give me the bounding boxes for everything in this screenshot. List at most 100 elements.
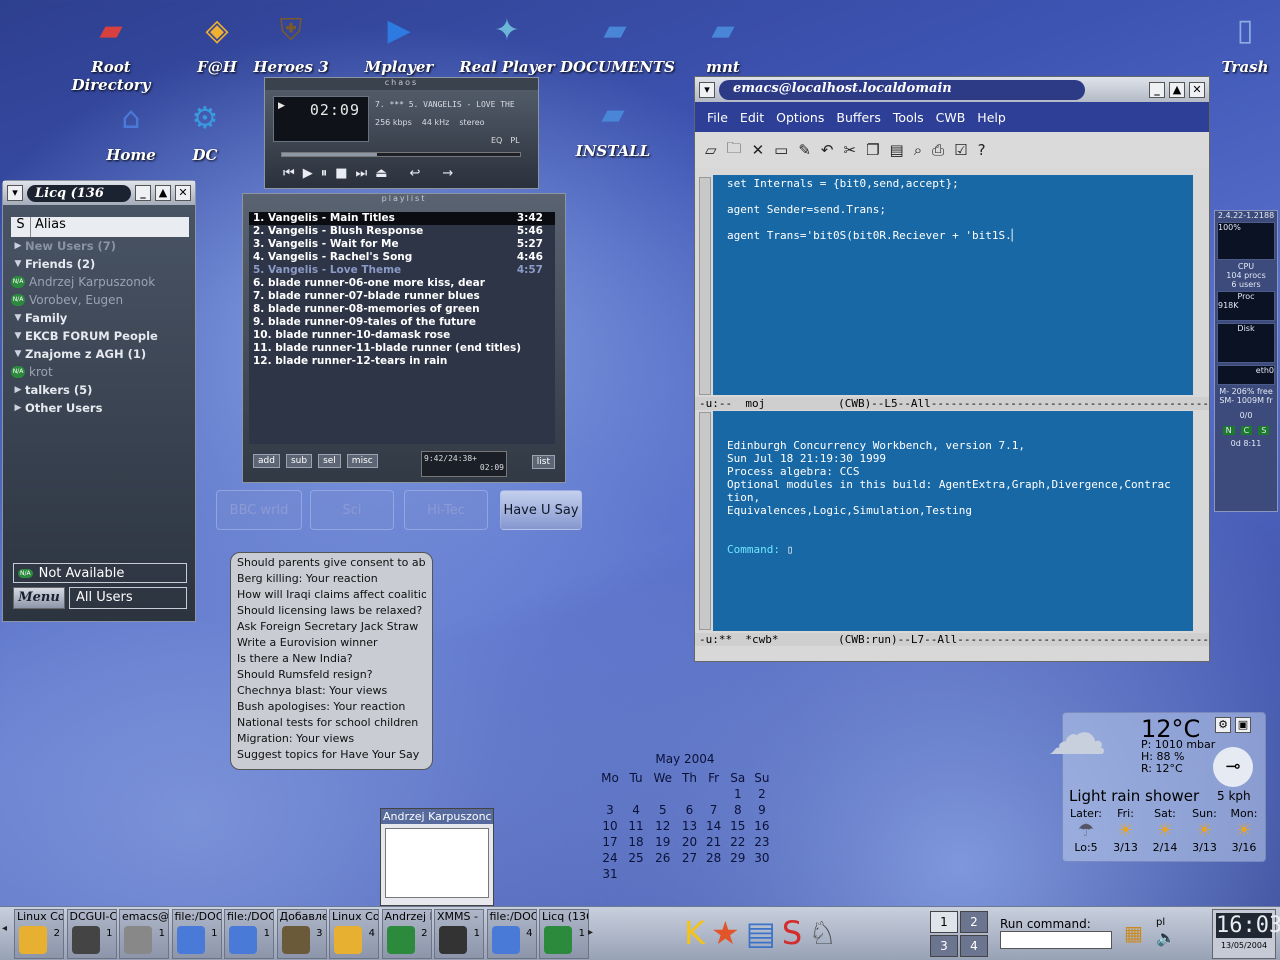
desktop-icon-trash[interactable]: ▯ Trash: [1190, 8, 1280, 77]
desktop-icon-dc[interactable]: ⚙ DC: [150, 96, 260, 165]
playlist-title[interactable]: playlist: [243, 194, 565, 206]
taskbar-task[interactable]: file:/DOC 4: [486, 909, 537, 959]
notes-icon[interactable]: ▦: [1124, 921, 1143, 945]
status-column-header[interactable]: S: [11, 217, 31, 237]
playlist-track[interactable]: 7. blade runner-07-blade runner blues: [249, 290, 555, 303]
bottom-scrollbar[interactable]: [699, 412, 711, 630]
expand-arrow-icon[interactable]: ▼: [11, 349, 25, 359]
close-icon[interactable]: ✕: [752, 141, 765, 159]
taskbar-task[interactable]: Добавле 3: [276, 909, 327, 959]
calendar-day[interactable]: 31: [596, 866, 624, 882]
menu-buffers[interactable]: Buffers: [836, 110, 880, 125]
bbc-tab[interactable]: Have U Say: [500, 490, 582, 530]
new-file-icon[interactable]: ▱: [705, 141, 717, 159]
settings-icon[interactable]: ⚙: [1215, 717, 1231, 733]
headline-link[interactable]: Should Rumsfeld resign?: [237, 668, 426, 684]
calendar-day[interactable]: 16: [750, 818, 774, 834]
calendar-day[interactable]: 21: [702, 834, 726, 850]
top-scrollbar[interactable]: [699, 177, 711, 395]
calendar-day[interactable]: 26: [648, 850, 677, 866]
playlist-area[interactable]: 1. Vangelis - Main Titles 3:42 2. Vangelis…: [249, 212, 555, 444]
collapse-arrow-icon[interactable]: ▶: [11, 403, 25, 413]
contact-group[interactable]: ▶ Other Users: [11, 399, 189, 417]
status-select[interactable]: N/A Not Available: [13, 563, 187, 583]
headline-link[interactable]: Chechnya blast: Your views: [237, 684, 426, 700]
calendar-day[interactable]: 1: [726, 786, 750, 802]
calendar-day[interactable]: 23: [750, 834, 774, 850]
seek-bar[interactable]: [281, 152, 521, 157]
next-icon[interactable]: ⏭: [356, 166, 368, 181]
clock[interactable]: 16:03: [1216, 913, 1280, 938]
menu-options[interactable]: Options: [776, 110, 824, 125]
contact-group[interactable]: ▼ EKCB FORUM People: [11, 327, 189, 345]
pl-toggle[interactable]: PL: [510, 136, 519, 145]
desktop-icon-install[interactable]: ▰ INSTALL: [558, 92, 668, 161]
maximize-button[interactable]: ▲: [155, 185, 171, 201]
taskbar-task[interactable]: file:/DOC 1: [171, 909, 222, 959]
pause-icon[interactable]: ⏸: [321, 166, 328, 181]
calendar-day[interactable]: 15: [726, 818, 750, 834]
headline-link[interactable]: Is there a New India?: [237, 652, 426, 668]
calendar-day[interactable]: 9: [750, 802, 774, 818]
headline-link[interactable]: Write a Eurovision winner: [237, 636, 426, 652]
playlist-sub-button[interactable]: sub: [285, 454, 313, 468]
gnu-icon[interactable]: ♘: [808, 913, 837, 953]
open-folder-icon[interactable]: 🗀: [727, 138, 742, 163]
pager-desktop[interactable]: 2: [960, 911, 988, 933]
keyboard-layout[interactable]: pl: [1156, 917, 1176, 928]
contact-group[interactable]: ▼ Friends (2): [11, 255, 189, 273]
desktop-icon-heroes-3[interactable]: ⛨ Heroes 3: [236, 8, 346, 77]
menu-cwb[interactable]: CWB: [936, 110, 966, 125]
contact-item[interactable]: N/A Vorobev, Eugen: [11, 291, 189, 309]
desktop-icon-mnt[interactable]: ▰ mnt: [668, 8, 778, 77]
contact-group[interactable]: ▶ New Users (7): [11, 237, 189, 255]
headline-link[interactable]: Suggest topics for Have Your Say: [237, 748, 426, 764]
calendar-day[interactable]: 8: [726, 802, 750, 818]
save-icon[interactable]: ▭: [774, 141, 788, 159]
repeat-icon[interactable]: ↩: [410, 166, 421, 181]
group-select[interactable]: All Users: [69, 587, 187, 609]
close-button[interactable]: ✕: [175, 185, 191, 201]
licq-menu-button[interactable]: Menu: [13, 587, 65, 609]
playlist-track[interactable]: 5. Vangelis - Love Theme 4:57: [249, 264, 555, 277]
taskbar-task[interactable]: Linux Co 2: [14, 909, 64, 959]
taskbar-task[interactable]: file:/DOC 1: [224, 909, 274, 959]
headline-link[interactable]: Bush apologises: Your reaction: [237, 700, 426, 716]
copy-icon[interactable]: ❐: [866, 141, 879, 159]
contact-item[interactable]: N/A Andrzej Karpuszonok: [11, 273, 189, 291]
calendar-day[interactable]: 4: [624, 802, 648, 818]
emacs-titlebar[interactable]: ▾ emacs@localhost.localdomain _ ▲ ✕: [695, 77, 1209, 102]
calendar-day[interactable]: 11: [624, 818, 648, 834]
paste-icon[interactable]: ▤: [890, 141, 904, 159]
calendar-day[interactable]: 7: [702, 802, 726, 818]
customize-icon[interactable]: ☑: [954, 141, 967, 159]
stop-icon[interactable]: ■: [335, 166, 347, 181]
headline-link[interactable]: Berg killing: Your reaction: [237, 572, 426, 588]
emacs-window[interactable]: ▾ emacs@localhost.localdomain _ ▲ ✕ File…: [694, 76, 1210, 662]
minimize-button[interactable]: _: [135, 185, 151, 201]
calendar-day[interactable]: 27: [677, 850, 701, 866]
headline-link[interactable]: Should parents give consent to abortic: [237, 556, 426, 572]
alias-column-header[interactable]: Alias: [31, 217, 66, 237]
desktop-icon-root-directory[interactable]: ▰ Root Directory: [56, 8, 166, 95]
kde-menu-icon[interactable]: K: [684, 913, 705, 953]
desktop-icon-real-player[interactable]: ✦ Real Player: [452, 8, 562, 77]
taskbar-task[interactable]: XMMS - ! 1: [434, 909, 484, 959]
calendar-day[interactable]: 29: [726, 850, 750, 866]
taskbar-task[interactable]: Linux Co 4: [329, 909, 379, 959]
taskbar-task[interactable]: Andrzej k 2: [381, 909, 432, 959]
calendar-day[interactable]: 25: [624, 850, 648, 866]
editor-buffer[interactable]: set Internals = {bit0,send,accept}; agent…: [713, 175, 1193, 395]
scroll-left-icon[interactable]: ◂: [2, 923, 7, 934]
menu-file[interactable]: File: [707, 110, 728, 125]
headline-link[interactable]: National tests for school children: [237, 716, 426, 732]
xmms-title[interactable]: chaos: [265, 78, 538, 90]
playlist-sel-button[interactable]: sel: [318, 454, 341, 468]
calendar-day[interactable]: 28: [702, 850, 726, 866]
expand-arrow-icon[interactable]: ▼: [11, 331, 25, 341]
playlist-misc-button[interactable]: misc: [346, 454, 378, 468]
calendar-day[interactable]: 3: [596, 802, 624, 818]
expand-arrow-icon[interactable]: ▼: [11, 259, 25, 269]
minimize-button[interactable]: _: [1149, 81, 1165, 98]
xmms-time[interactable]: 02:09: [310, 101, 360, 119]
